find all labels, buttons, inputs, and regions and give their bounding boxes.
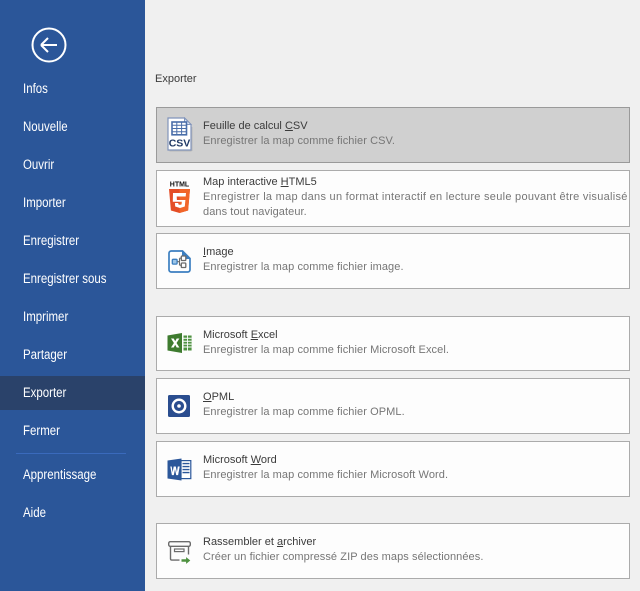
- svg-text:CSV: CSV: [169, 138, 191, 150]
- svg-text:HTML: HTML: [170, 182, 190, 189]
